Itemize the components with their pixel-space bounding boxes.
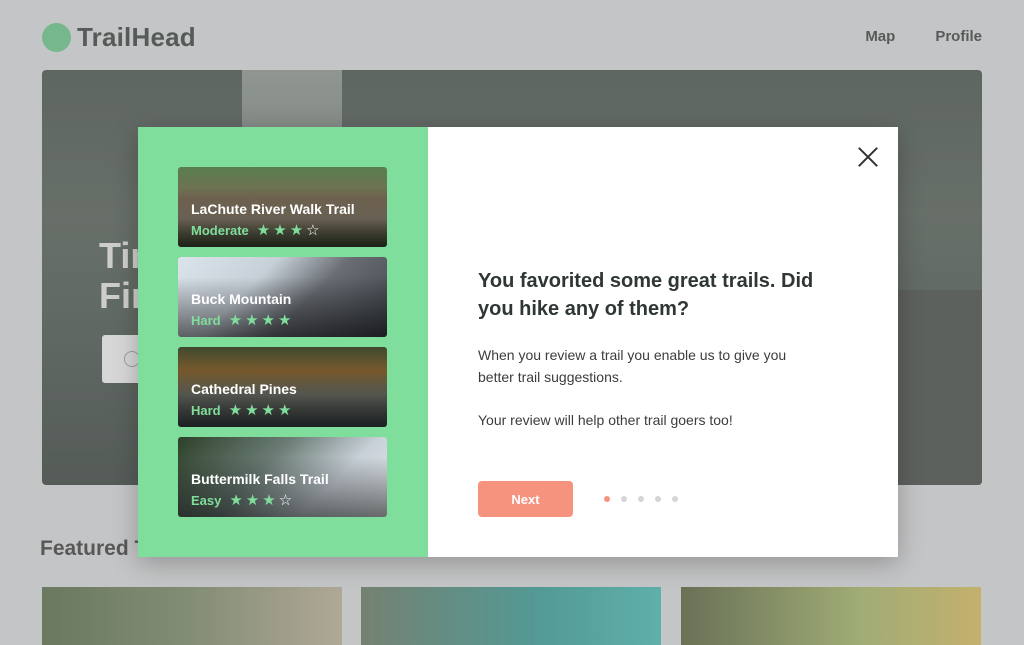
trail-name: LaChute River Walk Trail: [191, 201, 355, 217]
star-filled-icon: ★: [277, 402, 295, 419]
modal-title: You favorited some great trails. Did you…: [478, 270, 814, 320]
star-filled-icon: ★: [245, 402, 262, 419]
star-filled-icon: ★: [261, 402, 278, 419]
trail-card-cathedral-pines[interactable]: Cathedral Pines Hard ★★★★: [178, 347, 387, 427]
modal-body-text: When you review a trail you enable us to…: [478, 347, 787, 385]
trail-difficulty: Hard: [191, 312, 221, 328]
star-filled-icon: ★: [228, 402, 246, 419]
review-modal: LaChute River Walk Trail Moderate ★★★☆ B…: [138, 127, 898, 557]
star-filled-icon: ★: [277, 312, 295, 329]
pagination-dots: [604, 496, 678, 502]
pagination-dot[interactable]: [604, 496, 610, 502]
pagination-dot[interactable]: [672, 496, 678, 502]
pagination-dot[interactable]: [655, 496, 661, 502]
star-filled-icon: ★: [245, 492, 263, 509]
pagination-dot[interactable]: [638, 496, 644, 502]
star-filled-icon: ★: [228, 312, 246, 329]
star-filled-icon: ★: [289, 222, 307, 239]
trail-name: Cathedral Pines: [191, 381, 297, 397]
star-filled-icon: ★: [256, 222, 274, 239]
trail-difficulty: Easy: [191, 492, 222, 508]
star-empty-icon: ☆: [306, 222, 323, 239]
modal-body-text-secondary: Your review will help other trail goers …: [478, 412, 733, 428]
next-button[interactable]: Next: [478, 481, 573, 517]
star-filled-icon: ★: [262, 492, 279, 509]
star-filled-icon: ★: [273, 222, 290, 239]
star-filled-icon: ★: [229, 492, 246, 509]
trail-difficulty: Moderate: [191, 222, 249, 238]
star-filled-icon: ★: [245, 312, 262, 329]
trail-name: Buttermilk Falls Trail: [191, 471, 329, 487]
trail-name: Buck Mountain: [191, 291, 292, 307]
pagination-dot[interactable]: [621, 496, 627, 502]
close-icon[interactable]: [858, 147, 878, 167]
star-rating: ★★★★: [229, 311, 295, 329]
star-filled-icon: ★: [261, 312, 278, 329]
star-rating: ★★★★: [229, 401, 295, 419]
star-empty-icon: ☆: [278, 492, 296, 509]
review-prompt-panel: You favorited some great trails. Did you…: [428, 127, 898, 557]
trail-card-buttermilk-falls[interactable]: Buttermilk Falls Trail Easy ★★★☆: [178, 437, 387, 517]
trail-difficulty: Hard: [191, 402, 221, 418]
star-rating: ★★★☆: [257, 221, 323, 239]
trail-card-lachute[interactable]: LaChute River Walk Trail Moderate ★★★☆: [178, 167, 387, 247]
favorite-trails-panel: LaChute River Walk Trail Moderate ★★★☆ B…: [138, 127, 428, 557]
trail-card-buck-mountain[interactable]: Buck Mountain Hard ★★★★: [178, 257, 387, 337]
star-rating: ★★★☆: [229, 491, 295, 509]
